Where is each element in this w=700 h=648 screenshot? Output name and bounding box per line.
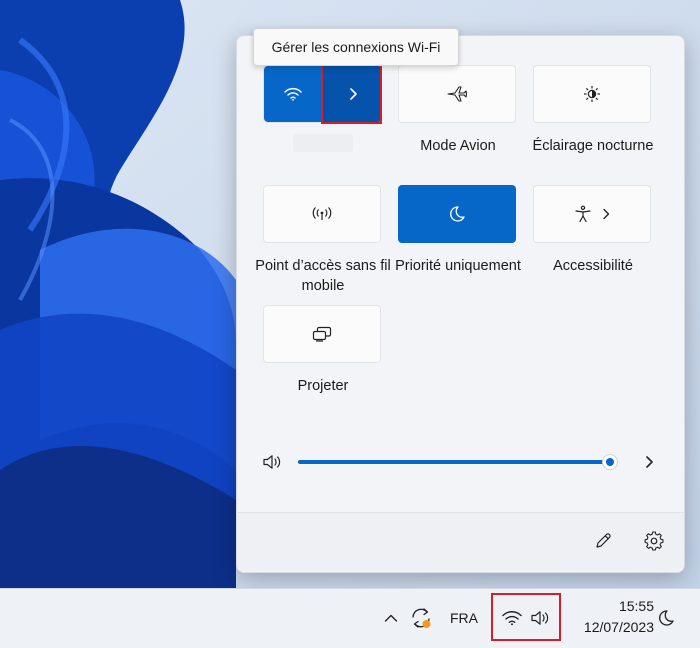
night-light-tile[interactable] (533, 65, 651, 123)
wifi-toggle-button[interactable] (264, 66, 322, 122)
volume-slider-thumb[interactable] (602, 454, 618, 470)
sync-icon (412, 608, 431, 628)
cast-icon (312, 326, 332, 342)
airplane-mode-tile[interactable] (398, 65, 516, 123)
settings-button[interactable] (641, 528, 667, 554)
night-light-label: Éclairage nocturne (532, 138, 654, 154)
clock-time[interactable]: 15:55 (594, 598, 654, 614)
highlight-box-wifi-expand (321, 64, 382, 124)
highlight-box-tray (491, 593, 561, 641)
accessibility-label: Accessibilité (553, 258, 633, 274)
speaker-icon (263, 455, 281, 469)
taskbar (0, 588, 700, 648)
footer-divider (236, 512, 685, 513)
wifi-icon (284, 87, 302, 101)
edit-quick-settings-button[interactable] (590, 528, 616, 554)
brightness-icon (583, 85, 601, 103)
focus-tray-button[interactable] (655, 606, 677, 630)
moon-icon (450, 206, 465, 222)
focus-assist-tile[interactable] (398, 185, 516, 243)
airplane-mode-label: Mode Avion (420, 138, 496, 154)
mobile-hotspot-label: Point d’accès sans fil mobile (255, 258, 391, 294)
cast-label: Projeter (297, 378, 349, 394)
chevron-up-icon (384, 614, 398, 622)
chevron-right-icon (603, 208, 610, 220)
accessibility-tile[interactable] (533, 185, 651, 243)
sync-tray-button[interactable] (408, 605, 434, 631)
cast-tile[interactable] (263, 305, 381, 363)
gear-icon (644, 531, 664, 551)
wifi-tooltip: Gérer les connexions Wi-Fi (253, 28, 459, 66)
wifi-label-placeholder (293, 134, 353, 152)
mute-button[interactable] (260, 451, 286, 473)
volume-mixer-button[interactable] (639, 451, 659, 473)
show-hidden-icons-button[interactable] (380, 607, 402, 629)
moon-icon (659, 610, 674, 626)
mobile-hotspot-tile[interactable] (263, 185, 381, 243)
accessibility-icon (575, 205, 591, 223)
airplane-icon (447, 86, 467, 102)
pencil-icon (596, 533, 611, 548)
hotspot-icon (312, 207, 332, 220)
language-indicator[interactable]: FRA (450, 610, 478, 626)
panel-footer (237, 513, 684, 571)
chevron-right-icon (646, 456, 653, 468)
focus-assist-label: Priorité uniquement (395, 258, 521, 274)
clock-date[interactable]: 12/07/2023 (560, 619, 654, 635)
volume-slider-track[interactable] (298, 460, 610, 464)
